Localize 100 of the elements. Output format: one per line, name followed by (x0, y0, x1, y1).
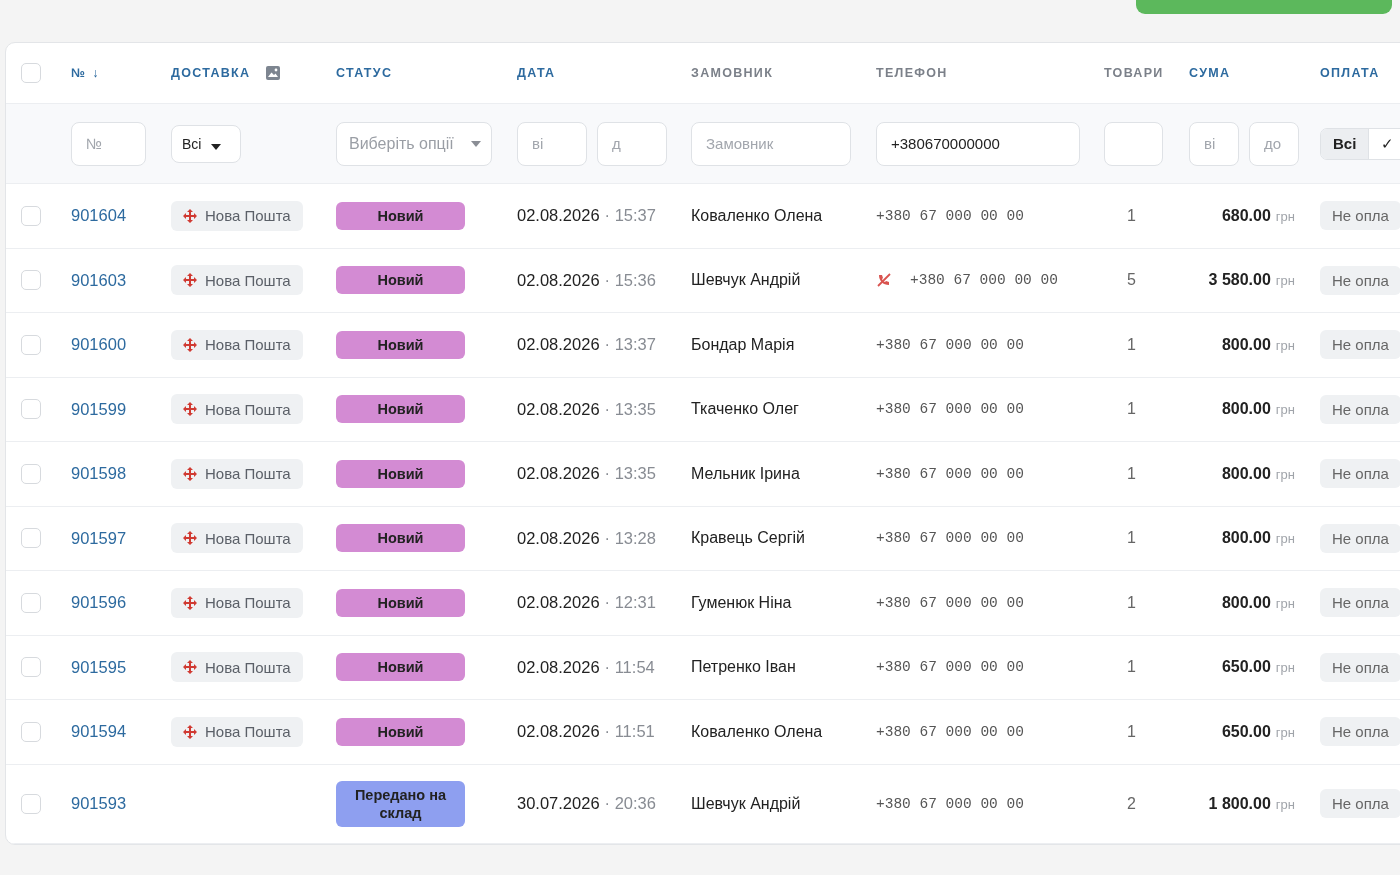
carrier-logo-icon (183, 595, 197, 610)
action-button[interactable] (1136, 0, 1392, 14)
row-checkbox[interactable] (21, 463, 41, 484)
row-checkbox[interactable] (21, 657, 41, 678)
status-tag: Новий (336, 266, 465, 295)
column-header[interactable]: ДОСТАВКА (171, 66, 251, 80)
carrier-logo-icon (183, 273, 197, 288)
payment-filter-option[interactable]: ✓ (1368, 128, 1400, 159)
column-header[interactable]: СУМА (1189, 66, 1231, 80)
currency-label: грн (1275, 796, 1295, 812)
delivery-tag: Нова Пошта (171, 458, 303, 489)
column-header[interactable]: № (71, 66, 87, 80)
sum-to-field[interactable]: до (1249, 121, 1299, 166)
image-icon[interactable] (266, 66, 281, 80)
order-number-link[interactable]: 901603 (71, 270, 127, 289)
goods-count: 1 (1127, 529, 1136, 547)
currency-label: грн (1275, 466, 1295, 482)
order-sum: 650.00 (1221, 658, 1271, 677)
order-number-link[interactable]: 901596 (71, 593, 127, 612)
payment-status-tag: Не опла (1320, 394, 1400, 424)
currency-label: грн (1275, 208, 1295, 224)
order-time: · 15:37 (604, 206, 656, 226)
order-date: 02.08.2026 (517, 270, 600, 290)
phone-number: +380 67 000 00 00 (876, 530, 1024, 547)
row-checkbox[interactable] (21, 334, 41, 355)
carrier-logo-icon (183, 466, 197, 481)
order-time: · 13:35 (604, 399, 656, 419)
payment-status-tag: Не опла (1320, 588, 1400, 618)
column-header[interactable]: ОПЛАТА (1320, 66, 1380, 80)
column-header: ЗАМОВНИК (691, 66, 774, 80)
goods-count: 1 (1127, 206, 1136, 224)
column-header[interactable]: ДАТА (517, 66, 556, 80)
order-number-link[interactable]: 901598 (71, 464, 127, 483)
phone-number: +380 67 000 00 00 (876, 795, 1024, 812)
currency-label: грн (1275, 273, 1295, 289)
order-sum: 3 580.00 (1208, 271, 1271, 290)
customer-name: Петренко Іван (691, 658, 796, 676)
number-filter-field[interactable]: № (71, 121, 146, 166)
customer-filter-field[interactable]: Замовник (691, 121, 851, 166)
phone-number: +380 67 000 00 00 (910, 272, 1058, 289)
select-all-checkbox[interactable] (21, 63, 41, 83)
date-from-field[interactable]: ві (517, 121, 587, 166)
delivery-tag: Нова Пошта (171, 200, 303, 231)
order-date: 02.08.2026 (517, 528, 600, 548)
caret-icon (211, 143, 222, 150)
sort-arrow-icon[interactable]: ↓ (92, 66, 100, 80)
row-checkbox[interactable] (21, 205, 41, 226)
column-header[interactable]: СТАТУС (336, 66, 393, 80)
status-tag: Новий (336, 330, 465, 359)
delivery-tag: Нова Пошта (171, 652, 303, 683)
order-number-link[interactable]: 901593 (71, 794, 127, 812)
phone-number: +380 67 000 00 00 (876, 465, 1024, 482)
order-time: · 13:28 (604, 528, 656, 548)
goods-count: 2 (1127, 794, 1136, 812)
phone-filter-field[interactable]: +380670000000 (876, 121, 1080, 166)
order-number-link[interactable]: 901599 (71, 399, 127, 418)
carrier-logo-icon (183, 402, 197, 417)
currency-label: грн (1275, 724, 1295, 740)
row-checkbox[interactable] (21, 592, 41, 613)
date-to-field[interactable]: д (597, 121, 667, 166)
order-number-link[interactable]: 901595 (71, 657, 127, 676)
row-checkbox[interactable] (21, 721, 41, 742)
payment-status-tag: Не опла (1320, 265, 1400, 295)
status-tag: Новий (336, 395, 465, 424)
currency-label: грн (1275, 337, 1295, 353)
row-checkbox[interactable] (21, 793, 41, 814)
customer-name: Бондар Марія (691, 335, 795, 353)
status-tag: Новий (336, 653, 465, 682)
payment-status-tag: Не опла (1320, 201, 1400, 231)
row-checkbox[interactable] (21, 399, 41, 420)
goods-count: 1 (1127, 658, 1136, 676)
carrier-logo-icon (183, 208, 197, 223)
column-header: ТОВАРИ (1104, 66, 1164, 80)
order-date: 02.08.2026 (517, 206, 600, 226)
order-number-link[interactable]: 901597 (71, 528, 127, 547)
order-number-link[interactable]: 901594 (71, 722, 127, 741)
order-sum: 800.00 (1221, 529, 1271, 548)
goods-count: 5 (1127, 271, 1136, 289)
customer-name: Коваленко Олена (691, 206, 823, 224)
order-sum: 800.00 (1221, 593, 1271, 612)
order-time: · 12:31 (604, 593, 656, 613)
order-time: · 20:36 (604, 794, 656, 813)
status-tag: Новий (336, 717, 465, 746)
carrier-logo-icon (183, 531, 197, 546)
row-checkbox[interactable] (21, 528, 41, 549)
payment-filter-option[interactable]: Всі (1321, 128, 1369, 159)
payment-status-tag: Не опла (1320, 652, 1400, 682)
order-number-link[interactable]: 901604 (71, 206, 127, 225)
goods-filter-field[interactable] (1104, 121, 1163, 166)
goods-count: 1 (1127, 464, 1136, 482)
customer-name: Шевчук Андрій (691, 794, 801, 812)
currency-label: грн (1275, 595, 1295, 611)
delivery-filter-select[interactable]: Всі (171, 124, 241, 163)
customer-name: Гуменюк Ніна (691, 593, 792, 611)
row-checkbox[interactable] (21, 270, 41, 291)
sum-from-field[interactable]: ві (1189, 121, 1239, 166)
order-number-link[interactable]: 901600 (71, 335, 127, 354)
delivery-tag: Нова Пошта (171, 265, 303, 296)
order-sum: 800.00 (1221, 400, 1271, 419)
payment-status-tag: Не опла (1320, 459, 1400, 489)
